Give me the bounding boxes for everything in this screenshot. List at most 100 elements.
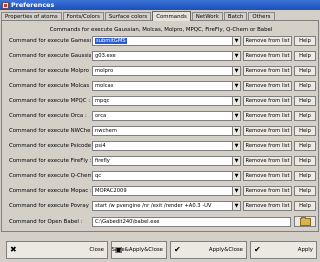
folder-icon <box>299 216 311 226</box>
help-button[interactable]: Help <box>294 141 316 151</box>
dropdown-arrow-icon[interactable]: ▼ <box>232 66 241 76</box>
help-button[interactable]: Help <box>294 156 316 166</box>
command-value: molcas <box>95 83 114 89</box>
window-title: Preferences <box>11 1 55 9</box>
command-input[interactable]: firefly <box>92 156 233 166</box>
tab-commands[interactable]: Commands <box>152 11 191 21</box>
dropdown-arrow-icon[interactable]: ▼ <box>232 171 241 181</box>
openbabel-input[interactable]: C:\Gabedit240\babel.exe <box>92 217 291 227</box>
command-row-molcas: Command for execute Molcas : molcas ▼ Re… <box>9 81 317 91</box>
command-value: mpqc <box>95 98 110 104</box>
command-label: Command for execute Mopac : <box>9 188 91 194</box>
dropdown-arrow-icon[interactable]: ▼ <box>232 81 241 91</box>
command-input[interactable]: submitGMS <box>92 36 233 46</box>
apply-close-label: Apply&Close <box>208 247 243 253</box>
apply-close-button[interactable]: ✔ Apply&Close <box>170 241 247 259</box>
apply-button[interactable]: ✔ Apply <box>250 241 317 259</box>
command-row-mpqc: Command for execute MPQC : mpqc ▼ Remove… <box>9 96 317 106</box>
command-value: MOPAC2009 <box>95 188 127 194</box>
dropdown-arrow-icon[interactable]: ▼ <box>232 186 241 196</box>
apply-label: Apply <box>297 247 313 253</box>
command-label: Command for execute Molcas : <box>9 83 91 89</box>
close-label: Close <box>89 247 104 253</box>
close-icon: ✖ <box>10 245 17 254</box>
command-value: orca <box>95 113 107 119</box>
help-button[interactable]: Help <box>294 186 316 196</box>
help-button[interactable]: Help <box>294 81 316 91</box>
check-icon: ✔ <box>254 245 261 254</box>
command-input[interactable]: molpro <box>92 66 233 76</box>
command-input[interactable]: start /w pvengine /nr /exit /render +A0.… <box>92 201 233 211</box>
command-value: molpro <box>95 68 114 74</box>
command-label: Command for execute Orca : <box>9 113 87 119</box>
command-label: Command for execute FireFly : <box>9 158 91 164</box>
remove-from-list-button[interactable]: Remove from list <box>243 186 292 196</box>
remove-from-list-button[interactable]: Remove from list <box>243 51 292 61</box>
dropdown-arrow-icon[interactable]: ▼ <box>232 141 241 151</box>
command-row-gaussian: Command for execute Gaussian : g03.exe ▼… <box>9 51 317 61</box>
command-row-gamess: Command for execute Gamess : submitGMS ▼… <box>9 36 317 46</box>
command-value: qc <box>95 173 102 179</box>
command-row-mopac: Command for execute Mopac : MOPAC2009 ▼ … <box>9 186 317 196</box>
command-input[interactable]: MOPAC2009 <box>92 186 233 196</box>
command-label: Command for execute Gamess : <box>9 38 91 44</box>
command-input[interactable]: nwchem <box>92 126 233 136</box>
command-label: Command for execute MPQC : <box>9 98 91 104</box>
command-label: Command for execute Q-Chem : <box>9 173 91 179</box>
help-button[interactable]: Help <box>294 126 316 136</box>
remove-from-list-button[interactable]: Remove from list <box>243 126 292 136</box>
command-input[interactable]: qc <box>92 171 233 181</box>
openbabel-value: C:\Gabedit240\babel.exe <box>95 219 160 225</box>
save-apply-close-button[interactable]: ▣ Save&Apply&Close <box>111 241 167 259</box>
help-button[interactable]: Help <box>294 171 316 181</box>
command-row-molpro: Command for execute Molpro : molpro ▼ Re… <box>9 66 317 76</box>
remove-from-list-button[interactable]: Remove from list <box>243 66 292 76</box>
command-input[interactable]: mpqc <box>92 96 233 106</box>
command-value: psi4 <box>95 143 106 149</box>
remove-from-list-button[interactable]: Remove from list <box>243 156 292 166</box>
command-label: Command for execute Povray : <box>9 203 91 209</box>
dropdown-arrow-icon[interactable]: ▼ <box>232 36 241 46</box>
command-value: firefly <box>95 158 110 164</box>
command-value: start /w pvengine /nr /exit /render +A0.… <box>95 203 212 209</box>
help-button[interactable]: Help <box>294 201 316 211</box>
openbabel-label: Command for Open Babel : <box>9 219 83 225</box>
dropdown-arrow-icon[interactable]: ▼ <box>232 201 241 211</box>
commands-panel: Commands for execute Gaussian, Molcas, M… <box>1 20 319 232</box>
command-input[interactable]: molcas <box>92 81 233 91</box>
command-input[interactable]: psi4 <box>92 141 233 151</box>
remove-from-list-button[interactable]: Remove from list <box>243 171 292 181</box>
help-button[interactable]: Help <box>294 66 316 76</box>
help-button[interactable]: Help <box>294 36 316 46</box>
help-button[interactable]: Help <box>294 51 316 61</box>
command-label: Command for execute Psicode : <box>9 143 91 149</box>
remove-from-list-button[interactable]: Remove from list <box>243 36 292 46</box>
help-button[interactable]: Help <box>294 96 316 106</box>
command-value: submitGMS <box>95 38 127 44</box>
remove-from-list-button[interactable]: Remove from list <box>243 96 292 106</box>
command-row-openbabel: Command for Open Babel : C:\Gabedit240\b… <box>9 216 317 227</box>
dropdown-arrow-icon[interactable]: ▼ <box>232 111 241 121</box>
remove-from-list-button[interactable]: Remove from list <box>243 201 292 211</box>
command-label: Command for execute Molpro : <box>9 68 91 74</box>
save-icon: ▣ <box>115 245 123 254</box>
command-value: g03.exe <box>95 53 116 59</box>
remove-from-list-button[interactable]: Remove from list <box>243 111 292 121</box>
command-input[interactable]: g03.exe <box>92 51 233 61</box>
close-button[interactable]: ✖ Close <box>6 241 108 259</box>
command-row-orca: Command for execute Orca : orca ▼ Remove… <box>9 111 317 121</box>
browse-folder-button[interactable] <box>294 216 316 227</box>
command-input[interactable]: orca <box>92 111 233 121</box>
command-row-qchem: Command for execute Q-Chem : qc ▼ Remove… <box>9 171 317 181</box>
help-button[interactable]: Help <box>294 111 316 121</box>
command-row-povray: Command for execute Povray : start /w pv… <box>9 201 317 211</box>
panel-header: Commands for execute Gaussian, Molcas, M… <box>49 27 273 33</box>
command-label: Command for execute Gaussian : <box>9 53 91 59</box>
dropdown-arrow-icon[interactable]: ▼ <box>232 96 241 106</box>
dropdown-arrow-icon[interactable]: ▼ <box>232 126 241 136</box>
dropdown-arrow-icon[interactable]: ▼ <box>232 51 241 61</box>
command-label: Command for execute NWChem : <box>9 128 91 134</box>
remove-from-list-button[interactable]: Remove from list <box>243 81 292 91</box>
dropdown-arrow-icon[interactable]: ▼ <box>232 156 241 166</box>
remove-from-list-button[interactable]: Remove from list <box>243 141 292 151</box>
